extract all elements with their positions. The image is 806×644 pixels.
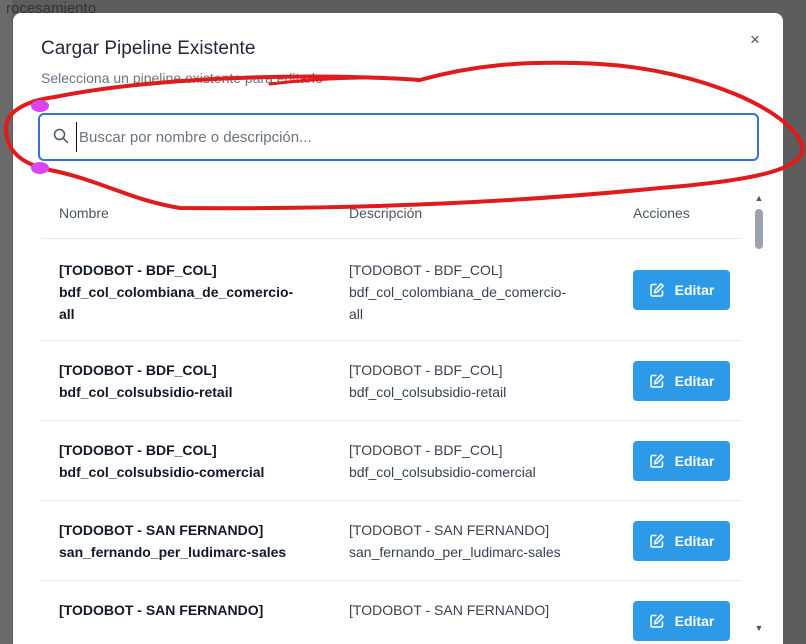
search-box[interactable] bbox=[38, 113, 759, 161]
description-line: bdf_col_colsubsidio-retail bbox=[349, 384, 507, 400]
description-line: san_fernando_per_ludimarc-sales bbox=[349, 544, 561, 560]
scrollbar-thumb[interactable] bbox=[755, 209, 763, 249]
description-line: [TODOBOT - SAN FERNANDO] bbox=[349, 602, 550, 618]
edit-button[interactable]: Editar bbox=[633, 361, 730, 401]
pipeline-name: [TODOBOT - BDF_COL] bdf_col_colsubsidio-… bbox=[59, 359, 309, 403]
edit-button-label: Editar bbox=[674, 533, 715, 549]
name-line: [TODOBOT - BDF_COL] bbox=[59, 362, 217, 378]
pipeline-description: [TODOBOT - BDF_COL] bdf_col_colsubsidio-… bbox=[349, 359, 599, 403]
table-row: [TODOBOT - BDF_COL] bdf_col_colsubsidio-… bbox=[41, 341, 741, 421]
description-line: all bbox=[349, 306, 364, 322]
pipeline-name: [TODOBOT - BDF_COL] bdf_col_colombiana_d… bbox=[59, 259, 309, 325]
search-input[interactable] bbox=[76, 122, 746, 152]
edit-button[interactable]: Editar bbox=[633, 521, 730, 561]
table-row: [TODOBOT - SAN FERNANDO] [TODOBOT - SAN … bbox=[41, 581, 741, 644]
edit-button[interactable]: Editar bbox=[633, 441, 730, 481]
description-line: [TODOBOT - BDF_COL] bbox=[349, 262, 503, 278]
name-line: san_fernando_per_ludimarc-sales bbox=[59, 544, 287, 560]
edit-icon bbox=[649, 374, 664, 388]
pipeline-name: [TODOBOT - SAN FERNANDO] bbox=[59, 599, 309, 621]
name-line: bdf_col_colsubsidio-retail bbox=[59, 384, 233, 400]
description-line: bdf_col_colombiana_de_comercio- bbox=[349, 284, 567, 300]
modal-subtitle: Selecciona un pipeline existente para ed… bbox=[41, 70, 323, 86]
name-line: bdf_col_colombiana_de_comercio- bbox=[59, 284, 294, 300]
pipeline-description: [TODOBOT - BDF_COL] bdf_col_colombiana_d… bbox=[349, 259, 599, 325]
close-icon: × bbox=[750, 30, 760, 49]
edit-icon bbox=[649, 534, 664, 548]
description-line: [TODOBOT - BDF_COL] bbox=[349, 442, 503, 458]
edit-button[interactable]: Editar bbox=[633, 270, 730, 310]
edit-button-label: Editar bbox=[674, 282, 715, 298]
modal-title: Cargar Pipeline Existente bbox=[41, 38, 256, 59]
backdrop bbox=[0, 0, 12, 644]
table-row: [TODOBOT - BDF_COL] bdf_col_colombiana_d… bbox=[41, 239, 741, 341]
edit-icon bbox=[649, 614, 664, 628]
pipeline-description: [TODOBOT - SAN FERNANDO] bbox=[349, 599, 599, 621]
table-scrollbar[interactable]: ▲ ▼ bbox=[754, 193, 764, 640]
edit-button-label: Editar bbox=[674, 613, 715, 629]
table-row: [TODOBOT - BDF_COL] bdf_col_colsubsidio-… bbox=[41, 421, 741, 501]
edit-button-label: Editar bbox=[674, 373, 715, 389]
name-line: [TODOBOT - SAN FERNANDO] bbox=[59, 602, 264, 618]
name-line: all bbox=[59, 306, 75, 322]
table-row: [TODOBOT - SAN FERNANDO] san_fernando_pe… bbox=[41, 501, 741, 581]
name-line: [TODOBOT - BDF_COL] bbox=[59, 442, 217, 458]
column-header-actions: Acciones bbox=[633, 205, 690, 221]
column-header-description: Descripción bbox=[349, 205, 423, 221]
pipelines-table: Nombre Descripción Acciones [TODOBOT - B… bbox=[41, 193, 741, 644]
pipeline-description: [TODOBOT - SAN FERNANDO] san_fernando_pe… bbox=[349, 519, 599, 563]
pipeline-description: [TODOBOT - BDF_COL] bdf_col_colsubsidio-… bbox=[349, 439, 599, 483]
pipeline-name: [TODOBOT - BDF_COL] bdf_col_colsubsidio-… bbox=[59, 439, 309, 483]
description-line: [TODOBOT - SAN FERNANDO] bbox=[349, 522, 550, 538]
column-header-name: Nombre bbox=[59, 205, 109, 221]
edit-icon bbox=[649, 283, 664, 297]
scroll-down-arrow-icon[interactable]: ▼ bbox=[754, 623, 764, 633]
edit-button-label: Editar bbox=[674, 453, 715, 469]
table-header: Nombre Descripción Acciones bbox=[41, 193, 741, 239]
scroll-up-arrow-icon[interactable]: ▲ bbox=[754, 193, 764, 203]
load-pipeline-modal: Cargar Pipeline Existente Selecciona un … bbox=[13, 13, 783, 644]
name-line: bdf_col_colsubsidio-comercial bbox=[59, 464, 265, 480]
edit-button[interactable]: Editar bbox=[633, 601, 730, 641]
pipeline-name: [TODOBOT - SAN FERNANDO] san_fernando_pe… bbox=[59, 519, 309, 563]
edit-icon bbox=[649, 454, 664, 468]
search-icon bbox=[53, 128, 69, 144]
name-line: [TODOBOT - BDF_COL] bbox=[59, 262, 217, 278]
name-line: [TODOBOT - SAN FERNANDO] bbox=[59, 522, 264, 538]
description-line: [TODOBOT - BDF_COL] bbox=[349, 362, 503, 378]
close-button[interactable]: × bbox=[744, 29, 766, 51]
description-line: bdf_col_colsubsidio-comercial bbox=[349, 464, 536, 480]
